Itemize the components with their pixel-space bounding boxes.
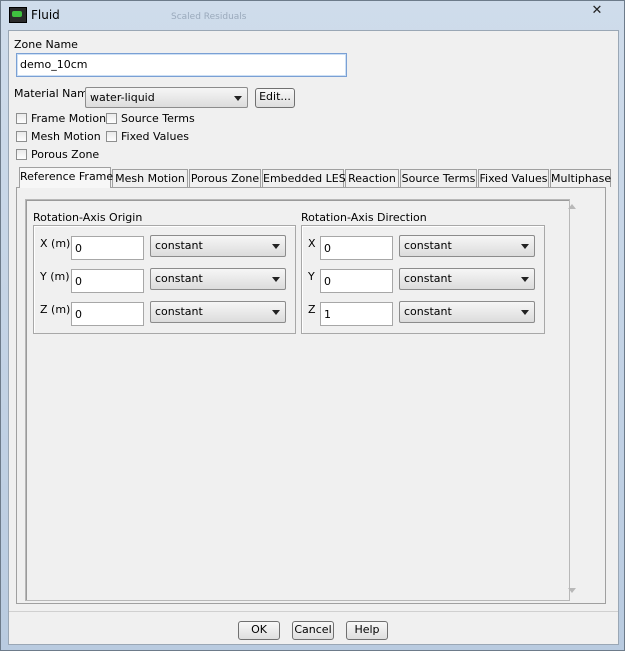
mesh-motion-label: Mesh Motion [31,130,101,143]
fixed-values-label: Fixed Values [121,130,189,143]
origin-y-input[interactable]: 0 [71,269,144,293]
zone-name-input[interactable]: demo_10cm [16,53,347,77]
background-window-text: Scaled Residuals [171,12,247,22]
direction-y-method-value: constant [404,272,452,285]
origin-x-method-select[interactable]: constant [150,235,286,257]
tab-porous-zone[interactable]: Porous Zone [189,169,261,187]
chevron-down-icon [521,310,529,315]
origin-x-input[interactable]: 0 [71,236,144,260]
origin-y-method-select[interactable]: constant [150,268,286,290]
zone-name-label: Zone Name [14,38,78,51]
rotation-axis-origin-group: X (m) 0 constant Y (m) 0 constant Z (m) … [33,225,296,334]
tab-source-terms[interactable]: Source Terms [400,169,477,187]
title-bar[interactable]: Fluid Scaled Residuals ✕ [1,1,624,29]
close-icon[interactable]: ✕ [585,2,609,19]
reference-frame-panel: Rotation-Axis Origin X (m) 0 constant Y … [16,187,606,604]
zone-tabs: Reference Frame Mesh Motion Porous Zone … [16,167,612,188]
porous-zone-label: Porous Zone [31,148,100,161]
chevron-down-icon [234,96,242,101]
chevron-down-icon [521,244,529,249]
chevron-down-icon [521,277,529,282]
panel-scroll-area: Rotation-Axis Origin X (m) 0 constant Y … [25,199,570,601]
chevron-down-icon [272,277,280,282]
origin-y-label: Y (m) [40,270,70,283]
direction-x-label: X [308,237,316,250]
tab-fixed-values[interactable]: Fixed Values [478,169,549,187]
origin-group-title: Rotation-Axis Origin [33,211,143,224]
porous-zone-checkbox[interactable] [16,149,27,160]
origin-z-label: Z (m) [40,303,71,316]
fluid-dialog: Fluid Scaled Residuals ✕ Zone Name demo_… [0,0,625,651]
direction-x-method-value: constant [404,239,452,252]
tab-multiphase[interactable]: Multiphase [550,169,611,187]
origin-x-method-value: constant [155,239,203,252]
origin-y-method-value: constant [155,272,203,285]
ok-button[interactable]: OK [238,621,280,640]
window-title: Fluid [31,8,60,22]
origin-z-method-value: constant [155,305,203,318]
direction-y-label: Y [308,270,315,283]
mesh-motion-checkbox[interactable] [16,131,27,142]
direction-x-method-select[interactable]: constant [399,235,535,257]
help-button[interactable]: Help [346,621,388,640]
frame-motion-label: Frame Motion [31,112,107,125]
direction-z-method-select[interactable]: constant [399,301,535,323]
app-icon [9,7,27,23]
material-name-value: water-liquid [90,91,155,104]
chevron-down-icon [272,310,280,315]
direction-z-label: Z [308,303,316,316]
frame-motion-checkbox[interactable] [16,113,27,124]
scroll-down-icon[interactable] [568,588,576,593]
edit-material-button[interactable]: Edit... [255,88,295,108]
chevron-down-icon [272,244,280,249]
dialog-body: Zone Name demo_10cm Material Name water-… [8,30,619,645]
rotation-axis-direction-group: X 0 constant Y 0 constant Z 1 constant [301,225,545,334]
direction-x-input[interactable]: 0 [320,236,393,260]
dialog-footer: OK Cancel Help [9,611,618,645]
source-terms-label: Source Terms [121,112,195,125]
cancel-button[interactable]: Cancel [292,621,334,640]
source-terms-checkbox[interactable] [106,113,117,124]
direction-group-title: Rotation-Axis Direction [301,211,427,224]
tab-reaction[interactable]: Reaction [345,169,399,187]
tab-mesh-motion[interactable]: Mesh Motion [112,169,188,187]
origin-z-method-select[interactable]: constant [150,301,286,323]
origin-z-input[interactable]: 0 [71,302,144,326]
material-name-label: Material Name [14,87,95,100]
tab-embedded-les[interactable]: Embedded LES [262,169,346,187]
material-name-select[interactable]: water-liquid [85,87,248,108]
tab-reference-frame[interactable]: Reference Frame [19,167,113,188]
direction-z-method-value: constant [404,305,452,318]
direction-y-input[interactable]: 0 [320,269,393,293]
direction-z-input[interactable]: 1 [320,302,393,326]
fixed-values-checkbox[interactable] [106,131,117,142]
panel-scrollbar[interactable] [565,200,579,597]
origin-x-label: X (m) [40,237,71,250]
scroll-up-icon[interactable] [568,204,576,209]
direction-y-method-select[interactable]: constant [399,268,535,290]
